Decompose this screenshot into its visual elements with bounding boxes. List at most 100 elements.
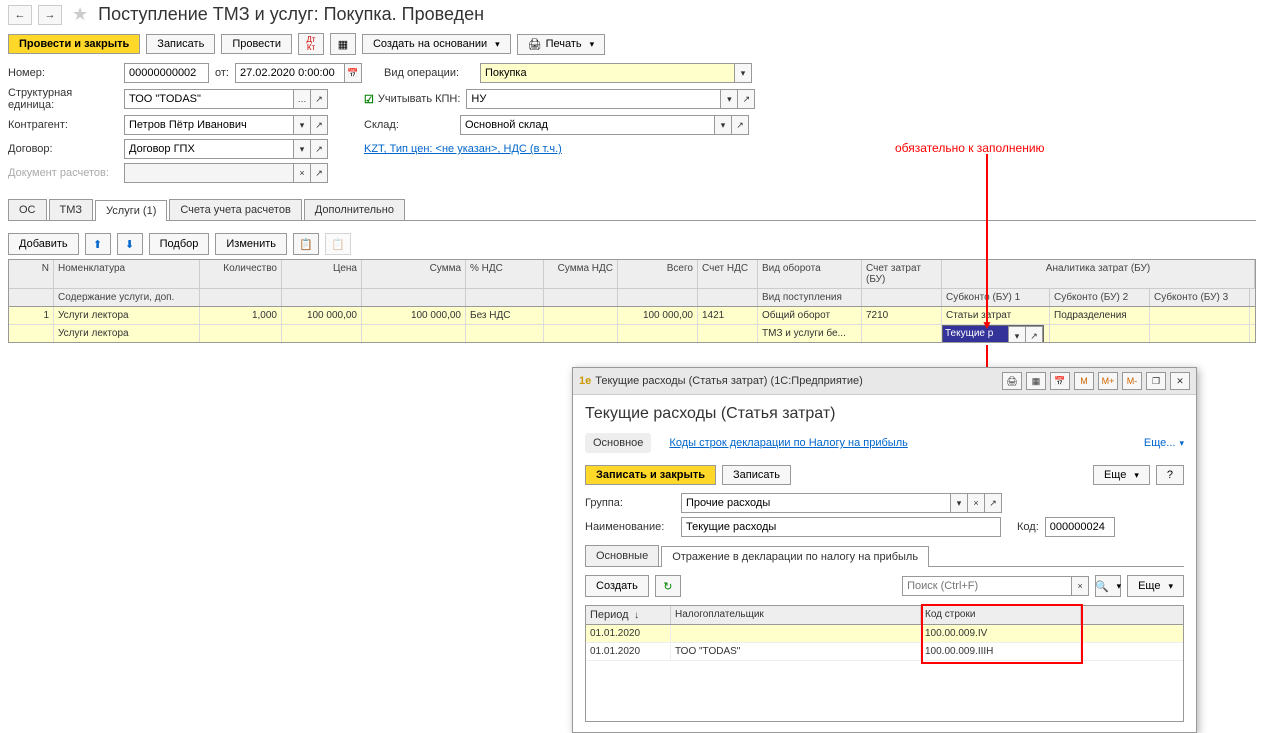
struct-button[interactable]: ▦	[330, 33, 356, 55]
col-sum[interactable]: Сумма	[362, 260, 466, 288]
post-button[interactable]: Провести	[221, 34, 292, 54]
contragent-label: Контрагент:	[8, 119, 118, 131]
m-plus-button[interactable]: M+	[1098, 372, 1118, 390]
dlg-restore[interactable]: ❐	[1146, 372, 1166, 390]
dt-kt-button[interactable]: ДтКт	[298, 33, 324, 55]
dlg-calc-icon[interactable]: ▦	[1026, 372, 1046, 390]
col-vid[interactable]: Вид оборота	[758, 260, 862, 288]
m-button[interactable]: M	[1074, 372, 1094, 390]
list-item[interactable]: 01.01.2020 100.00.009.IV	[586, 625, 1183, 643]
search-clear[interactable]: ×	[1071, 576, 1089, 596]
tab-os[interactable]: ОС	[8, 199, 47, 220]
save-button[interactable]: Записать	[146, 34, 215, 54]
col-kod[interactable]: Код строки	[921, 606, 1081, 624]
dlg-more[interactable]: Еще	[1093, 465, 1150, 485]
contr-dropdown[interactable]: ▾	[293, 115, 311, 135]
sklad-input[interactable]	[460, 115, 715, 135]
op-type-input[interactable]	[480, 63, 735, 83]
dog-open[interactable]: ↗	[310, 139, 328, 159]
col-np[interactable]: Налогоплательщик	[671, 606, 921, 624]
date-picker-button[interactable]: 📅	[344, 63, 362, 83]
dog-dropdown[interactable]: ▾	[293, 139, 311, 159]
favorite-star-icon[interactable]: ★	[72, 4, 88, 25]
kpn-input[interactable]	[466, 89, 721, 109]
col-period[interactable]: Период ↓	[586, 606, 671, 624]
subgrid-more[interactable]: Еще	[1127, 575, 1184, 597]
tab-tmz[interactable]: ТМЗ	[49, 199, 94, 220]
kpn-open[interactable]: ↗	[737, 89, 755, 109]
add-row-button[interactable]: Добавить	[8, 233, 79, 255]
sklad-dropdown[interactable]: ▾	[714, 115, 732, 135]
sub1-edit-cell: Текущие р ▾ ↗	[942, 325, 1044, 342]
print-button[interactable]: Печать	[517, 34, 606, 55]
move-down-button[interactable]: ⬇	[117, 233, 143, 255]
col-sumnds[interactable]: Сумма НДС	[544, 260, 618, 288]
nav-more[interactable]: Еще...	[1144, 437, 1184, 449]
paste-button[interactable]: 📋	[325, 233, 351, 255]
table-row[interactable]: Услуги лектора ТМЗ и услуги бе... Текущи…	[9, 325, 1255, 342]
group-clear[interactable]: ×	[967, 493, 985, 513]
dlg-tab-decl[interactable]: Отражение в декларации по налогу на приб…	[661, 546, 929, 567]
org-open[interactable]: ↗	[310, 89, 328, 109]
tab-accounts[interactable]: Счета учета расчетов	[169, 199, 301, 220]
tab-services[interactable]: Услуги (1)	[95, 200, 167, 221]
group-input[interactable]	[681, 493, 951, 513]
sub1-open[interactable]: ↗	[1025, 326, 1043, 342]
search-input[interactable]	[902, 576, 1072, 596]
col-price[interactable]: Цена	[282, 260, 362, 288]
copy-button[interactable]: 📋	[293, 233, 319, 255]
group-open[interactable]: ↗	[984, 493, 1002, 513]
dlg-print-icon[interactable]: 🖨	[1002, 372, 1022, 390]
refresh-button[interactable]: ↻	[655, 575, 681, 597]
col-total[interactable]: Всего	[618, 260, 698, 288]
tab-extra[interactable]: Дополнительно	[304, 199, 405, 220]
dialog-title: Текущие расходы (Статья затрат) (1С:Пред…	[595, 375, 998, 387]
op-type-dropdown[interactable]: ▾	[734, 63, 752, 83]
doc-calc-open[interactable]: ↗	[310, 163, 328, 183]
currency-link[interactable]: KZT, Тип цен: <не указан>, НДС (в т.ч.)	[364, 143, 562, 155]
m-minus-button[interactable]: M-	[1122, 372, 1142, 390]
date-input[interactable]	[235, 63, 345, 83]
group-dropdown[interactable]: ▾	[950, 493, 968, 513]
select-button[interactable]: Подбор	[149, 233, 210, 255]
dlg-help[interactable]: ?	[1156, 465, 1184, 485]
search-menu[interactable]: 🔍	[1095, 575, 1121, 597]
col-analytics[interactable]: Аналитика затрат (БУ)	[942, 260, 1255, 288]
sklad-open[interactable]: ↗	[731, 115, 749, 135]
col-nom[interactable]: Номенклатура	[54, 260, 200, 288]
move-up-button[interactable]: ⬆	[85, 233, 111, 255]
number-input[interactable]	[124, 63, 209, 83]
kpn-checkbox[interactable]: ☑	[364, 93, 374, 106]
col-qty[interactable]: Количество	[200, 260, 282, 288]
kpn-dropdown[interactable]: ▾	[720, 89, 738, 109]
dlg-close[interactable]: ✕	[1170, 372, 1190, 390]
nav-main[interactable]: Основное	[585, 433, 651, 453]
org-select[interactable]: …	[293, 89, 311, 109]
create-button[interactable]: Создать	[585, 575, 649, 597]
dogovor-label: Договор:	[8, 143, 118, 155]
org-input[interactable]	[124, 89, 294, 109]
create-based-button[interactable]: Создать на основании	[362, 34, 511, 54]
dogovor-input[interactable]	[124, 139, 294, 159]
nav-forward[interactable]: →	[38, 5, 62, 25]
dlg-tab-main[interactable]: Основные	[585, 545, 659, 566]
sub1-dropdown[interactable]: ▾	[1008, 326, 1026, 342]
nav-codes[interactable]: Коды строк декларации по Налогу на прибы…	[661, 433, 915, 453]
col-acctnds[interactable]: Счет НДС	[698, 260, 758, 288]
list-item[interactable]: 01.01.2020 ТОО "TODAS" 100.00.009.IIIH	[586, 643, 1183, 661]
dlg-save[interactable]: Записать	[722, 465, 791, 485]
doc-calc-clear[interactable]: ×	[293, 163, 311, 183]
dlg-date-icon[interactable]: 📅	[1050, 372, 1070, 390]
col-acctz[interactable]: Счет затрат (БУ)	[862, 260, 942, 288]
dlg-save-close[interactable]: Записать и закрыть	[585, 465, 716, 485]
col-nds[interactable]: % НДС	[466, 260, 544, 288]
change-button[interactable]: Изменить	[215, 233, 287, 255]
name-input[interactable]	[681, 517, 1001, 537]
table-row[interactable]: 1 Услуги лектора 1,000 100 000,00 100 00…	[9, 307, 1255, 325]
nav-back[interactable]: ←	[8, 5, 32, 25]
contragent-input[interactable]	[124, 115, 294, 135]
contr-open[interactable]: ↗	[310, 115, 328, 135]
post-and-close-button[interactable]: Провести и закрыть	[8, 34, 140, 54]
col-n[interactable]: N	[9, 260, 54, 288]
code-input[interactable]	[1045, 517, 1115, 537]
